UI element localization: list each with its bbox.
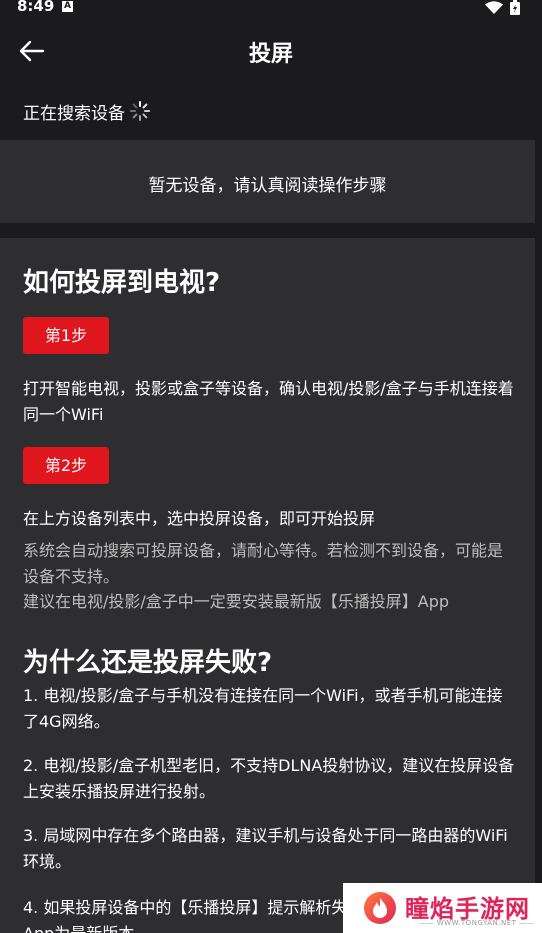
faq-item-1: 1. 电视/投影/盒子与手机没有连接在同一个WiFi，或者手机可能连接了4G网络… — [23, 686, 503, 731]
status-bar: 8:49 A — [0, 0, 542, 18]
top-app-bar: 投屏 — [0, 28, 542, 74]
step-1-text: 打开智能电视，投影或盒子等设备，确认电视/投影/盒子与手机连接着同一个WiFi — [23, 379, 514, 424]
faq-title: 为什么还是投屏失败? — [23, 648, 273, 678]
search-status: 正在搜索设备 — [23, 99, 151, 124]
step-2-note: 系统会自动搜索可投屏设备，请耐心等待。若检测不到设备，可能是设备不支持。 — [23, 541, 504, 586]
faq-item-3: 3. 局域网中存在多个路由器，建议手机与设备处于同一路由器的WiFi环境。 — [23, 826, 508, 871]
cast-guide-panel: 如何投屏到电视? 第1步 打开智能电视，投影或盒子等设备，确认电视/投影/盒子与… — [0, 238, 535, 933]
faq-item-2: 2. 电视/投影/盒子机型老旧，不支持DLNA投射协议，建议在投屏设备上安装乐播… — [23, 756, 515, 801]
status-time: 8:49 — [17, 0, 55, 15]
search-status-label: 正在搜索设备 — [23, 103, 125, 124]
guide-title: 如何投屏到电视? — [23, 268, 221, 298]
device-empty-message: 暂无设备，请认真阅读操作步骤 — [148, 176, 387, 196]
flame-logo-icon — [364, 892, 396, 924]
loading-spinner-icon — [130, 101, 150, 121]
step-2-text: 在上方设备列表中，选中投屏设备，即可开始投屏 — [23, 509, 376, 528]
battery-icon — [510, 0, 520, 15]
step-2-badge: 第2步 — [23, 447, 109, 484]
page-title: 投屏 — [248, 42, 293, 67]
wifi-icon — [485, 1, 503, 14]
step-1-badge: 第1步 — [23, 317, 109, 354]
device-list-panel: 暂无设备，请认真阅读操作步骤 — [0, 140, 535, 223]
watermark-url: —— WWW.TONGYAN.NET —— — [419, 919, 535, 927]
step-2-app-note: 建议在电视/投影/盒子中一定要安装最新版【乐播投屏】App — [23, 592, 450, 611]
notification-a-icon: A — [62, 1, 73, 12]
site-watermark: 瞳焰手游网 —— WWW.TONGYAN.NET —— — [343, 883, 542, 933]
